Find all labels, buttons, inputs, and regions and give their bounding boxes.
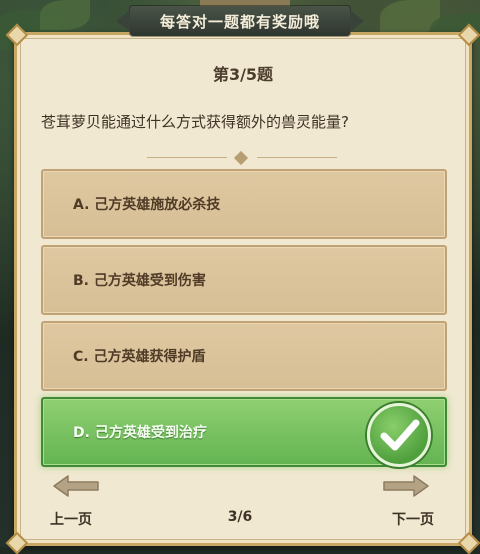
arrow-right-icon[interactable] (382, 474, 430, 498)
option-label: A. 己方英雄施放必杀技 (73, 197, 221, 213)
foliage (40, 0, 90, 30)
option-a[interactable]: A. 己方英雄施放必杀技 (41, 169, 447, 239)
question-number: 第3/5题 (212, 65, 274, 84)
option-label: D. 己方英雄受到治疗 (73, 425, 207, 441)
quiz-panel: 第3/5题 苍茸萝贝能通过什么方式获得额外的兽灵能量? A. 己方英雄施放必杀技… (5, 23, 480, 554)
divider-ornament (147, 150, 337, 166)
option-label: C. 己方英雄获得护盾 (73, 349, 206, 365)
question-text: 苍茸萝贝能通过什么方式获得额外的兽灵能量? (41, 113, 349, 131)
banner-title: 每答对一题都有奖励哦 (159, 12, 320, 31)
option-d[interactable]: D. 己方英雄受到治疗 (41, 397, 447, 467)
arrow-left-icon[interactable] (52, 474, 100, 498)
option-c[interactable]: C. 己方英雄获得护盾 (41, 321, 447, 391)
check-icon (367, 403, 431, 467)
option-label: B. 己方英雄受到伤害 (73, 273, 206, 289)
option-b[interactable]: B. 己方英雄受到伤害 (41, 245, 447, 315)
title-banner: 每答对一题都有奖励哦 (116, 6, 364, 36)
next-page-button[interactable]: 下一页 (392, 509, 434, 529)
